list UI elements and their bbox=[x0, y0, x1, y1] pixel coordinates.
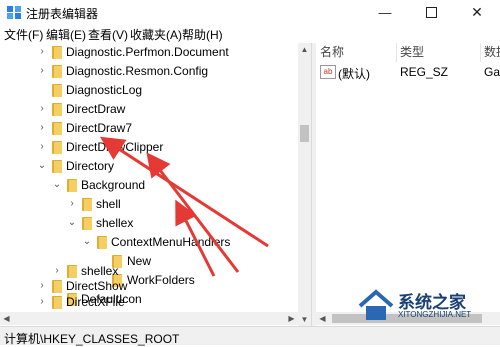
tree-item-label: DirectXFile bbox=[66, 295, 125, 309]
tree-item[interactable]: › DirectXFile bbox=[0, 293, 300, 312]
tree-item[interactable]: ⌄ ContextMenuHandlers bbox=[0, 233, 300, 252]
folder-icon bbox=[82, 217, 92, 230]
folder-icon bbox=[52, 280, 62, 293]
watermark-url: XITONGZHIJIA.NET bbox=[398, 310, 472, 319]
folder-icon bbox=[97, 236, 107, 249]
tree-item[interactable]: ⌄ shellex bbox=[0, 214, 300, 233]
folder-icon bbox=[52, 65, 62, 78]
tree-item[interactable]: › DirectDraw bbox=[0, 100, 300, 119]
value-name: (默认) bbox=[338, 67, 370, 81]
scroll-up-icon[interactable]: ▲ bbox=[298, 43, 311, 56]
tree-vertical-scrollbar[interactable]: ▲ ▼ bbox=[298, 43, 311, 326]
tree-item-label: DirectShow bbox=[66, 279, 128, 293]
tree-item-label: DirectDraw7 bbox=[66, 121, 133, 135]
folder-icon bbox=[67, 179, 77, 192]
status-path: 计算机\HKEY_CLASSES_ROOT bbox=[4, 332, 180, 346]
folder-icon bbox=[82, 198, 92, 211]
tree-item-label: DiagnosticLog bbox=[66, 83, 143, 97]
collapse-chevron-icon[interactable]: ⌄ bbox=[52, 179, 62, 191]
collapse-chevron-icon[interactable]: ⌄ bbox=[82, 236, 92, 248]
folder-icon bbox=[52, 46, 62, 59]
menu-edit[interactable]: 编辑(E) bbox=[46, 26, 86, 43]
tree-item[interactable]: › DirectDraw7 bbox=[0, 119, 300, 138]
tree-item[interactable]: DiagnosticLog bbox=[0, 81, 300, 100]
expand-chevron-icon[interactable]: › bbox=[37, 103, 47, 115]
scroll-left-icon[interactable]: ◀ bbox=[316, 312, 329, 325]
tree-item-label: shell bbox=[96, 197, 121, 211]
close-icon: ✕ bbox=[471, 3, 483, 20]
folder-icon bbox=[52, 84, 62, 97]
column-type-header[interactable]: 类型 bbox=[400, 43, 481, 62]
minimize-button[interactable]: — bbox=[362, 0, 408, 24]
expand-chevron-icon[interactable]: › bbox=[37, 141, 47, 153]
tree-item[interactable]: ⌄ Background bbox=[0, 176, 300, 195]
tree-item-label: Diagnostic.Resmon.Config bbox=[66, 64, 209, 78]
title-bar: 注册表编辑器 — ✕ bbox=[0, 0, 500, 24]
menu-favorites[interactable]: 收藏夹(A) bbox=[130, 26, 182, 43]
folder-icon bbox=[52, 160, 62, 173]
value-type: REG_SZ bbox=[400, 65, 449, 79]
expand-chevron-icon[interactable]: › bbox=[37, 65, 47, 77]
tree-item-label: Directory bbox=[66, 159, 115, 173]
window-title: 注册表编辑器 bbox=[26, 7, 99, 21]
close-button[interactable]: ✕ bbox=[454, 0, 500, 24]
tree-horizontal-scrollbar[interactable]: ◀ ▶ bbox=[0, 312, 298, 325]
house-logo-icon bbox=[358, 289, 394, 320]
scroll-right-icon[interactable]: ▶ bbox=[285, 312, 298, 325]
expand-chevron-icon[interactable]: › bbox=[37, 296, 47, 308]
tree-item-label: Background bbox=[81, 178, 146, 192]
scroll-down-icon[interactable]: ▼ bbox=[298, 313, 311, 326]
collapse-chevron-icon[interactable]: ⌄ bbox=[67, 217, 77, 229]
column-name-header[interactable]: 名称 bbox=[320, 43, 397, 62]
tree-item-label: DirectDrawClipper bbox=[66, 140, 164, 154]
menu-view[interactable]: 查看(V) bbox=[88, 26, 128, 43]
collapse-chevron-icon[interactable]: ⌄ bbox=[37, 160, 47, 172]
scroll-left-icon[interactable]: ◀ bbox=[0, 312, 13, 325]
status-bar: 计算机\HKEY_CLASSES_ROOT bbox=[0, 326, 500, 346]
regedit-icon bbox=[7, 6, 21, 19]
watermark-logo: 系统之家 XITONGZHIJIA.NET bbox=[358, 284, 498, 328]
expand-chevron-icon[interactable]: › bbox=[37, 122, 47, 134]
string-value-icon: ab bbox=[320, 65, 336, 79]
folder-icon bbox=[52, 103, 62, 116]
expand-chevron-icon[interactable]: › bbox=[67, 198, 77, 210]
folder-icon bbox=[52, 141, 62, 154]
tree-item-label: DirectDraw bbox=[66, 102, 126, 116]
folder-icon bbox=[52, 122, 62, 135]
tree-item[interactable]: › Diagnostic.Resmon.Config bbox=[0, 62, 300, 81]
maximize-button[interactable] bbox=[408, 0, 454, 24]
value-data: Gac bbox=[484, 65, 500, 79]
expand-chevron-icon[interactable]: › bbox=[37, 280, 47, 292]
scroll-thumb[interactable] bbox=[300, 125, 309, 142]
menu-help[interactable]: 帮助(H) bbox=[182, 26, 223, 43]
tree-item-label: shellex bbox=[96, 216, 134, 230]
tree-item[interactable]: › DirectDrawClipper bbox=[0, 138, 300, 157]
minimize-icon: — bbox=[378, 4, 392, 20]
tree-item-label: ContextMenuHandlers bbox=[111, 235, 231, 249]
menu-file[interactable]: 文件(F) bbox=[4, 26, 43, 43]
folder-icon bbox=[52, 296, 62, 309]
tree-item[interactable]: › Diagnostic.Perfmon.Document bbox=[0, 43, 300, 62]
value-row[interactable]: ab (默认) REG_SZ Gac bbox=[316, 63, 500, 81]
expand-chevron-icon[interactable]: › bbox=[37, 46, 47, 58]
expand-chevron-icon[interactable]: › bbox=[52, 265, 62, 277]
tree-item-label: shellex bbox=[81, 264, 119, 278]
column-data-header[interactable]: 数据 bbox=[484, 43, 500, 62]
tree-item[interactable]: › shell bbox=[0, 195, 300, 214]
tree-item-label: Diagnostic.Perfmon.Document bbox=[66, 45, 229, 59]
menu-bar: 文件(F) 编辑(E) 查看(V) 收藏夹(A) 帮助(H) bbox=[0, 24, 500, 42]
maximize-icon bbox=[425, 6, 437, 18]
tree-item[interactable]: ⌄ Directory bbox=[0, 157, 300, 176]
